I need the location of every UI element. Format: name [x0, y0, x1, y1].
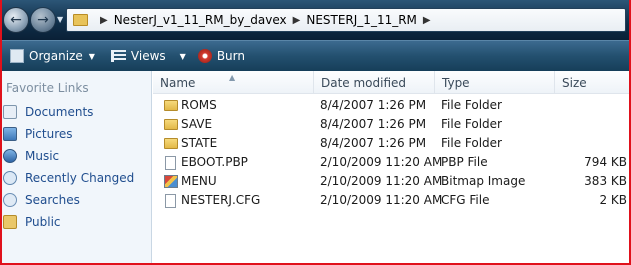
- window-border: [0, 0, 631, 265]
